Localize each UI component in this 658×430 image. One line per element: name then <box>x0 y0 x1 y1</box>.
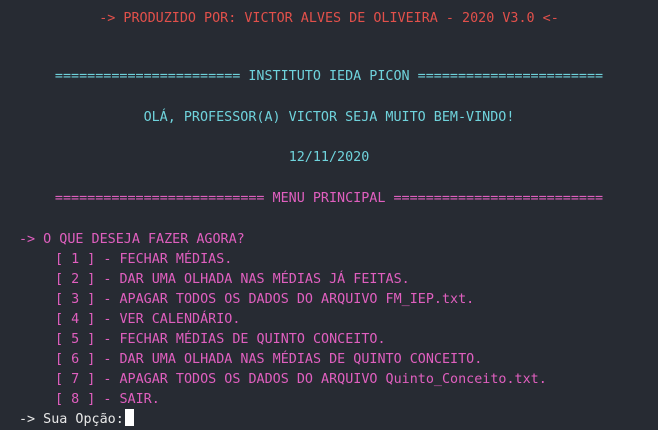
menu-option-2: [ 2 ] - DAR UMA OLHADA NAS MÉDIAS JÁ FEI… <box>55 272 410 287</box>
terminal-window: -> PRODUZIDO POR: VICTOR ALVES DE OLIVEI… <box>0 0 658 429</box>
option-prompt[interactable]: -> Sua Opção: <box>19 409 658 429</box>
institute-banner: ======================= INSTITUTO IEDA P… <box>54 69 604 84</box>
greeting-line: OLÁ, PROFESSOR(A) VICTOR SEJA MUITO BEM-… <box>143 110 515 125</box>
menu-question: -> O QUE DESEJA FAZER AGORA? <box>19 232 245 247</box>
credit-line: -> PRODUZIDO POR: VICTOR ALVES DE OLIVEI… <box>99 11 559 26</box>
menu-option-4: [ 4 ] - VER CALENDÁRIO. <box>55 312 241 327</box>
menu-option-7: [ 7 ] - APAGAR TODOS OS DADOS DO ARQUIVO… <box>55 372 547 387</box>
text-cursor[interactable] <box>124 409 134 426</box>
menu-option-6: [ 6 ] - DAR UMA OLHADA NAS MÉDIAS DE QUI… <box>55 352 483 367</box>
menu-banner: ========================== MENU PRINCIPA… <box>54 191 604 206</box>
menu-option-3: [ 3 ] - APAGAR TODOS OS DADOS DO ARQUIVO… <box>55 292 475 307</box>
menu-option-8: [ 8 ] - SAIR. <box>55 392 160 407</box>
date-line: 12/11/2020 <box>288 150 370 165</box>
menu-option-1: [ 1 ] - FECHAR MÉDIAS. <box>55 252 233 267</box>
menu-option-5: [ 5 ] - FECHAR MÉDIAS DE QUINTO CONCEITO… <box>55 332 386 347</box>
prompt-label: -> Sua Opção: <box>19 412 124 427</box>
